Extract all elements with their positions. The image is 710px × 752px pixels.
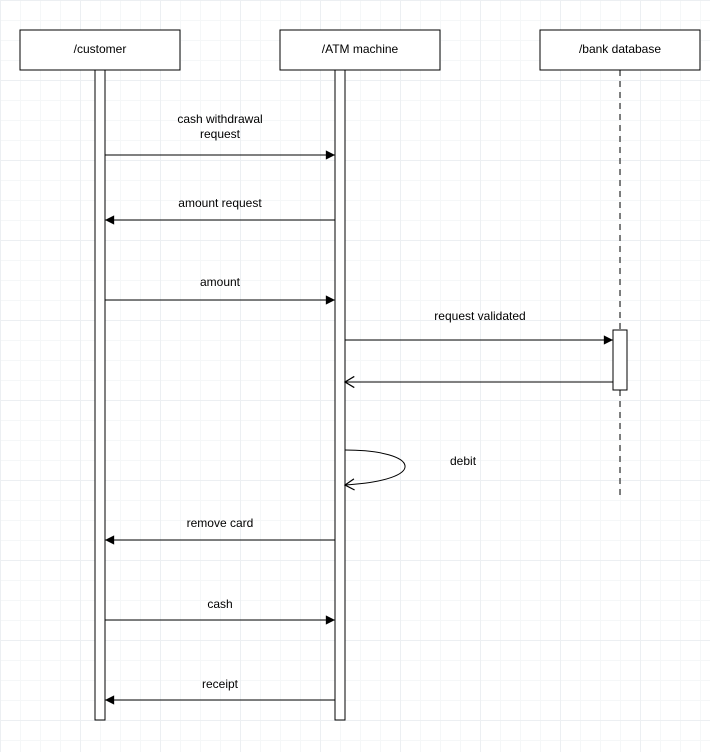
message-label: receipt [202, 677, 239, 691]
participant-bank: /bank database [540, 30, 700, 500]
participant-customer: /customer [20, 30, 180, 720]
self-message-arc [345, 450, 405, 485]
activation-atm [335, 70, 345, 720]
participant-customer-label: /customer [74, 42, 127, 56]
message-label: request [200, 127, 241, 141]
message-request-validated: request validated [345, 309, 613, 340]
message-amount: amount [105, 275, 335, 300]
message-receipt: receipt [105, 677, 335, 700]
message-cash: cash [105, 597, 335, 620]
message-cash-withdrawal-request: cash withdrawal request [105, 112, 335, 155]
message-label: amount [200, 275, 241, 289]
participant-atm-label: /ATM machine [322, 42, 399, 56]
message-label: debit [450, 454, 477, 468]
message-label: amount request [178, 196, 262, 210]
message-label: cash withdrawal [177, 112, 262, 126]
participant-bank-label: /bank database [579, 42, 661, 56]
activation-bank [613, 330, 627, 390]
message-label: cash [207, 597, 232, 611]
message-debit-self: debit [345, 450, 477, 485]
message-remove-card: remove card [105, 516, 335, 540]
activation-customer [95, 70, 105, 720]
sequence-diagram: /customer /ATM machine /bank database ca… [0, 0, 710, 752]
participant-atm: /ATM machine [280, 30, 440, 720]
message-amount-request: amount request [105, 196, 335, 220]
message-label: request validated [434, 309, 525, 323]
message-label: remove card [187, 516, 254, 530]
